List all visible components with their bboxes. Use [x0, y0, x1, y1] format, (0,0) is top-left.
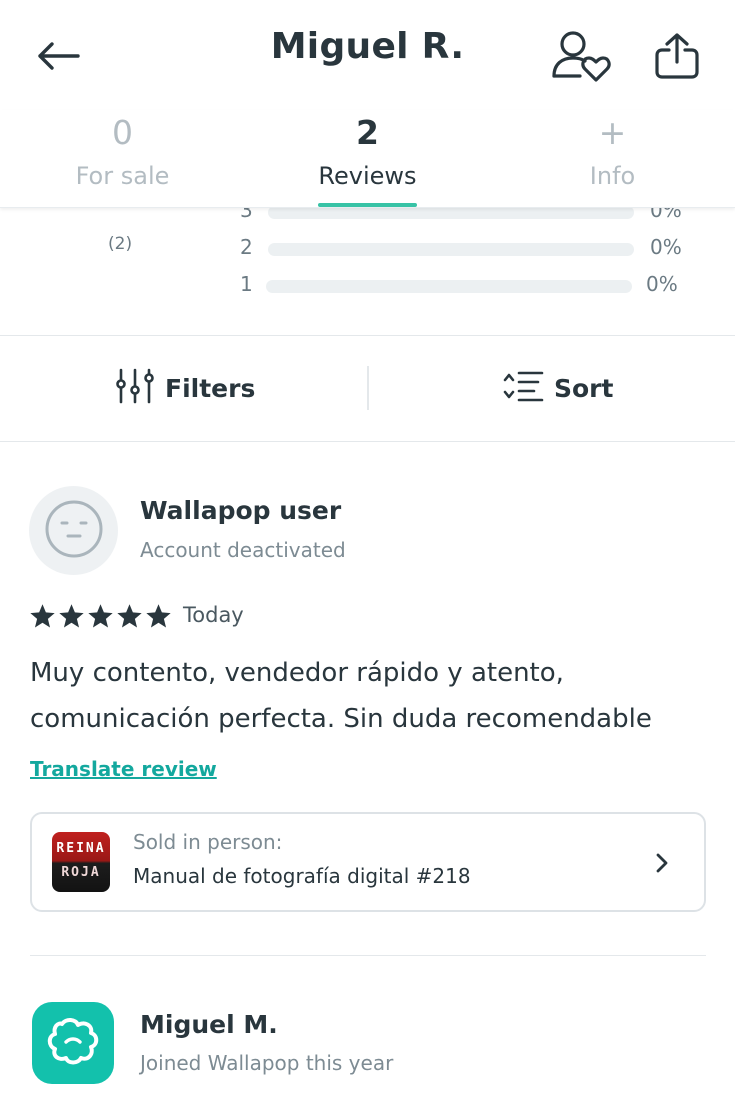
wallapop-logo-icon — [46, 1016, 100, 1070]
profile-reviews-screen: (2) 3 0% 2 0% 1 0% Miguel R. 0 For sale … — [0, 0, 735, 1115]
tab-count: 2 — [356, 113, 379, 152]
rating-row-1: 1 0% — [0, 272, 735, 302]
review-date: Today — [183, 603, 244, 627]
rating-row-2: 2 0% — [0, 235, 735, 265]
sort-label: Sort — [554, 373, 614, 403]
star-icon — [29, 603, 56, 633]
share-icon — [654, 32, 700, 84]
divider — [0, 441, 735, 442]
neutral-face-icon — [43, 498, 105, 564]
star-icon — [145, 603, 172, 633]
avatar — [29, 486, 118, 575]
sold-item-card[interactable]: REINA ROJA Sold in person: Manual de fot… — [30, 812, 706, 912]
tab-label: Info — [589, 162, 636, 190]
star-icon — [58, 603, 85, 633]
sort-icon — [502, 369, 544, 407]
favorite-user-button[interactable] — [548, 30, 614, 86]
author-status: Account deactivated — [140, 538, 346, 562]
avatar — [32, 1002, 114, 1084]
rating-bar — [268, 243, 634, 256]
sort-button[interactable]: Sort — [502, 366, 613, 410]
translate-review-link[interactable]: Translate review — [30, 757, 217, 781]
star-icon — [116, 603, 143, 633]
toolbar-divider — [367, 366, 369, 410]
tab-plus: + — [598, 113, 627, 152]
item-thumbnail: REINA ROJA — [52, 832, 110, 892]
tab-for-sale[interactable]: 0 For sale — [0, 110, 245, 208]
review-author[interactable]: Miguel M. — [140, 1010, 278, 1039]
tab-label: For sale — [75, 162, 170, 190]
sliders-icon — [115, 366, 155, 410]
page-title: Miguel R. — [270, 26, 465, 67]
sale-type: Sold in person: — [133, 830, 283, 854]
filters-label: Filters — [165, 373, 256, 403]
filter-sort-bar: Filters Sort — [0, 336, 735, 441]
user-heart-icon — [550, 30, 612, 86]
rating-row-label: 1 — [240, 272, 253, 296]
rating-row-percent: 0% — [650, 235, 682, 259]
profile-tabs: 0 For sale 2 Reviews + Info — [0, 110, 735, 208]
rating-distribution: (2) 3 0% 2 0% 1 0% — [0, 190, 735, 335]
review-text: Muy contento, vendedor rápido y atento, … — [30, 658, 652, 734]
review-author[interactable]: Wallapop user — [140, 496, 341, 525]
rating-row-label: 2 — [240, 235, 253, 259]
item-title: Manual de fotografía digital #218 — [133, 864, 471, 888]
tab-info[interactable]: + Info — [490, 110, 735, 208]
tab-count: 0 — [112, 113, 133, 152]
divider — [30, 955, 706, 956]
star-icon — [87, 603, 114, 633]
chevron-right-icon — [650, 850, 674, 876]
filters-button[interactable]: Filters — [115, 366, 255, 410]
share-button[interactable] — [650, 30, 704, 86]
tab-label: Reviews — [318, 162, 417, 190]
top-bar: Miguel R. — [0, 0, 735, 110]
active-tab-indicator — [318, 203, 417, 207]
author-status: Joined Wallapop this year — [140, 1051, 394, 1075]
review-stars — [29, 603, 172, 633]
tab-reviews[interactable]: 2 Reviews — [245, 110, 490, 208]
rating-bar — [266, 280, 632, 293]
rating-row-percent: 0% — [646, 272, 678, 296]
thumbnail-text: REINA — [56, 841, 106, 856]
thumbnail-text: ROJA — [61, 865, 101, 880]
